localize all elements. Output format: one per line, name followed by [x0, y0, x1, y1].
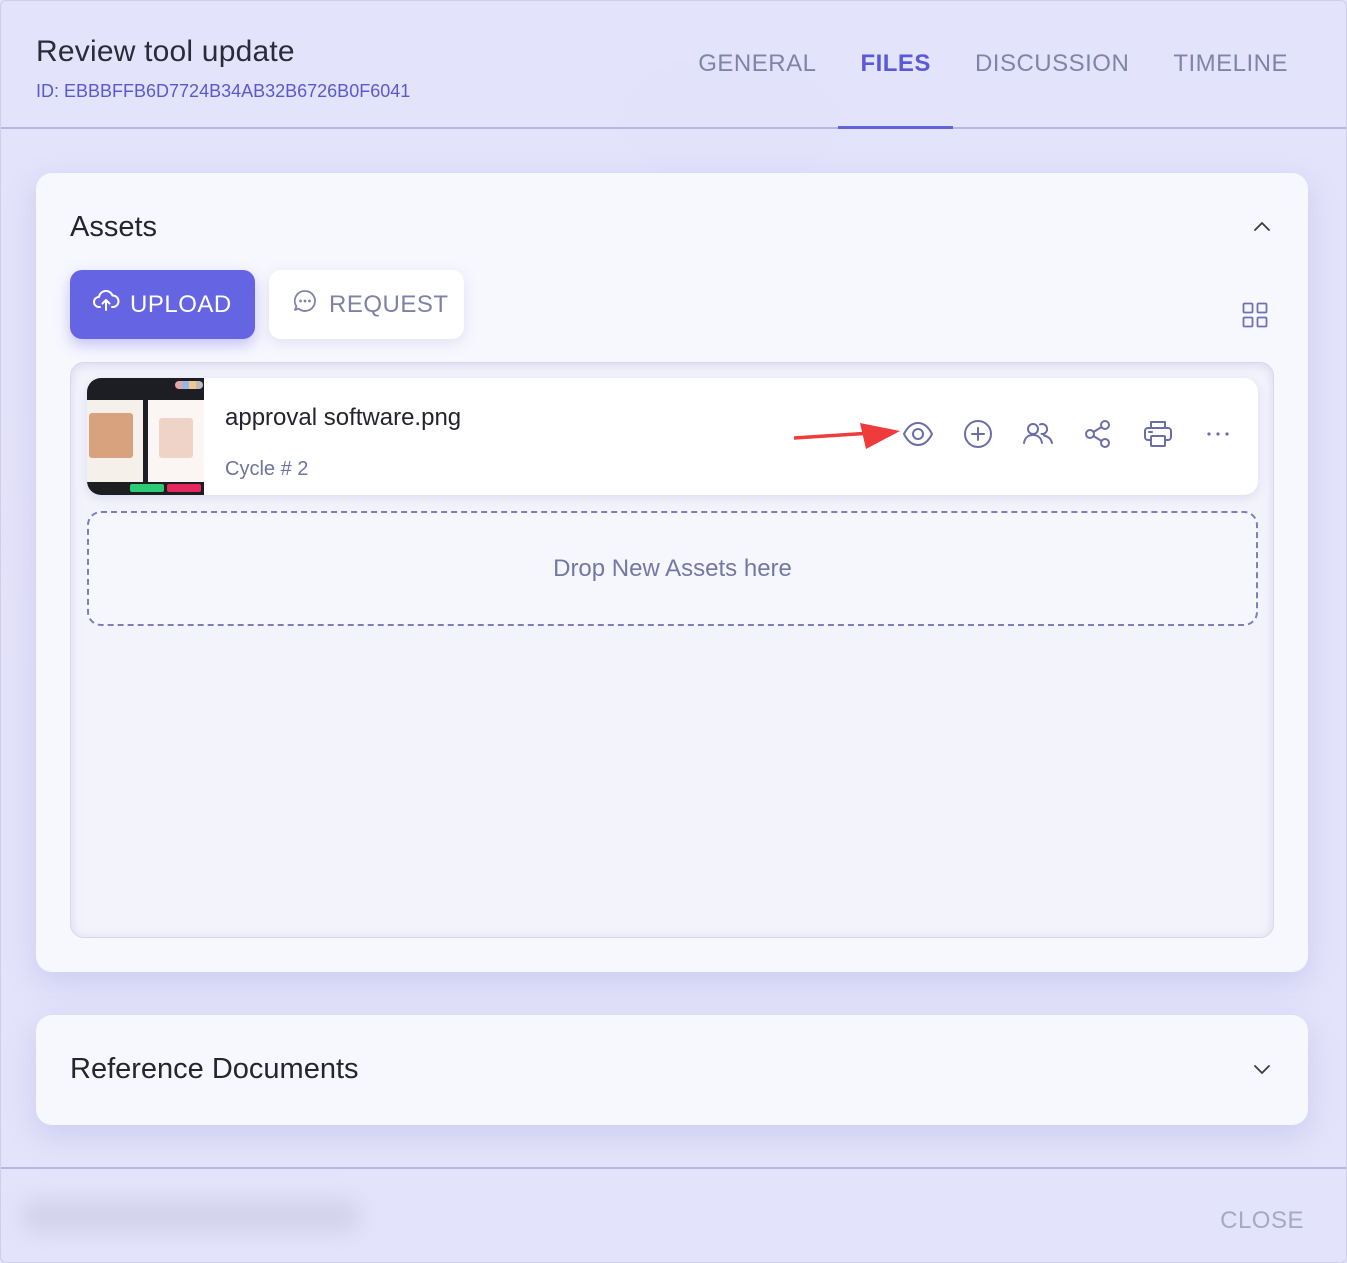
- close-button[interactable]: CLOSE: [1220, 1207, 1304, 1235]
- request-button[interactable]: REQUEST: [269, 270, 464, 339]
- reference-documents-title: Reference Documents: [70, 1053, 359, 1085]
- more-icon[interactable]: [1202, 418, 1234, 450]
- tab-files[interactable]: FILES: [838, 1, 953, 129]
- request-label: REQUEST: [329, 290, 449, 318]
- assets-list: approval software.png Cycle # 2 Drop New…: [70, 362, 1274, 938]
- asset-thumbnail[interactable]: [87, 378, 204, 495]
- blurred-footer-text: [21, 1199, 361, 1233]
- cloud-upload-icon: [92, 287, 120, 322]
- modal-title: Review tool update: [36, 35, 295, 68]
- asset-cycle: Cycle # 2: [225, 458, 309, 480]
- record-id: ID: EBBBFFB6D7724B34AB32B6726B0F6041: [36, 81, 411, 101]
- expand-chevron-down-icon[interactable]: [1252, 1059, 1272, 1079]
- asset-actions: [902, 418, 1234, 450]
- modal-header: Review tool update ID: EBBBFFB6D7724B34A…: [1, 1, 1346, 129]
- asset-row[interactable]: approval software.png Cycle # 2: [87, 378, 1258, 495]
- asset-dropzone[interactable]: Drop New Assets here: [87, 511, 1258, 626]
- upload-label: UPLOAD: [130, 290, 232, 318]
- eye-icon[interactable]: [902, 418, 934, 450]
- printer-icon[interactable]: [1142, 418, 1174, 450]
- grid-view-icon[interactable]: [1242, 302, 1268, 328]
- reference-documents-card[interactable]: Reference Documents: [36, 1015, 1308, 1125]
- chat-bubble-icon: [291, 287, 319, 322]
- tab-discussion[interactable]: DISCUSSION: [953, 1, 1151, 127]
- upload-button[interactable]: UPLOAD: [70, 270, 255, 339]
- modal-footer: CLOSE: [1, 1167, 1346, 1263]
- annotation-arrow: [794, 423, 900, 449]
- tab-timeline[interactable]: TIMELINE: [1151, 1, 1310, 127]
- share-icon[interactable]: [1082, 418, 1114, 450]
- file-modal: Review tool update ID: EBBBFFB6D7724B34A…: [0, 0, 1347, 1263]
- collapse-chevron-up-icon[interactable]: [1252, 217, 1272, 237]
- asset-file-name[interactable]: approval software.png: [225, 404, 461, 432]
- assets-title: Assets: [70, 211, 158, 243]
- tab-general[interactable]: GENERAL: [676, 1, 838, 127]
- users-icon[interactable]: [1022, 418, 1054, 450]
- plus-circle-icon[interactable]: [962, 418, 994, 450]
- assets-card: Assets UPLOAD REQUEST approval software.…: [36, 173, 1308, 972]
- tab-bar: GENERAL FILES DISCUSSION TIMELINE: [676, 1, 1310, 129]
